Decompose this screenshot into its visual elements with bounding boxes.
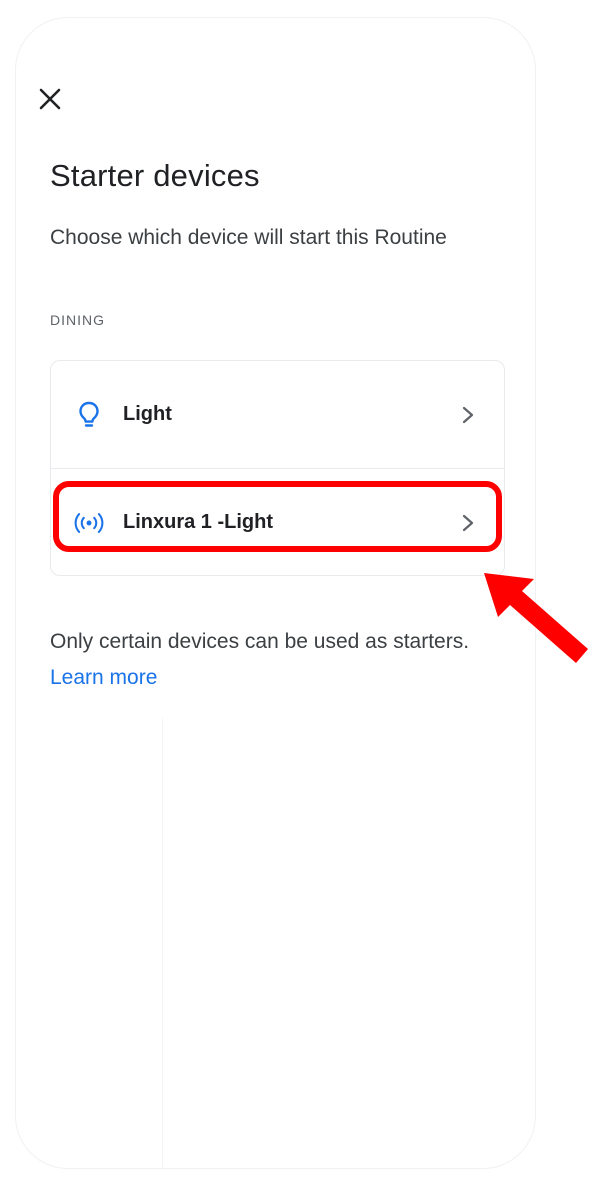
wireless-signal-icon <box>73 511 105 535</box>
chevron-right-icon <box>458 405 478 425</box>
footer-note: Only certain devices can be used as star… <box>50 624 490 696</box>
page-subtitle: Choose which device will start this Rout… <box>50 226 447 249</box>
device-label: Light <box>123 403 172 425</box>
divider <box>162 718 163 1168</box>
section-label-dining: DINING <box>50 312 105 328</box>
device-list-card: Light Linxura 1 -Light <box>50 360 505 576</box>
learn-more-link[interactable]: Learn more <box>50 666 157 689</box>
chevron-right-icon <box>458 513 478 533</box>
lightbulb-icon <box>73 400 105 430</box>
device-label: Linxura 1 -Light <box>123 511 273 533</box>
page-title: Starter devices <box>50 158 260 193</box>
device-row-linxura[interactable]: Linxura 1 -Light <box>51 469 504 576</box>
close-icon <box>39 88 61 110</box>
close-button[interactable] <box>35 84 65 114</box>
footer-note-text: Only certain devices can be used as star… <box>50 630 470 653</box>
device-row-light[interactable]: Light <box>51 361 504 469</box>
